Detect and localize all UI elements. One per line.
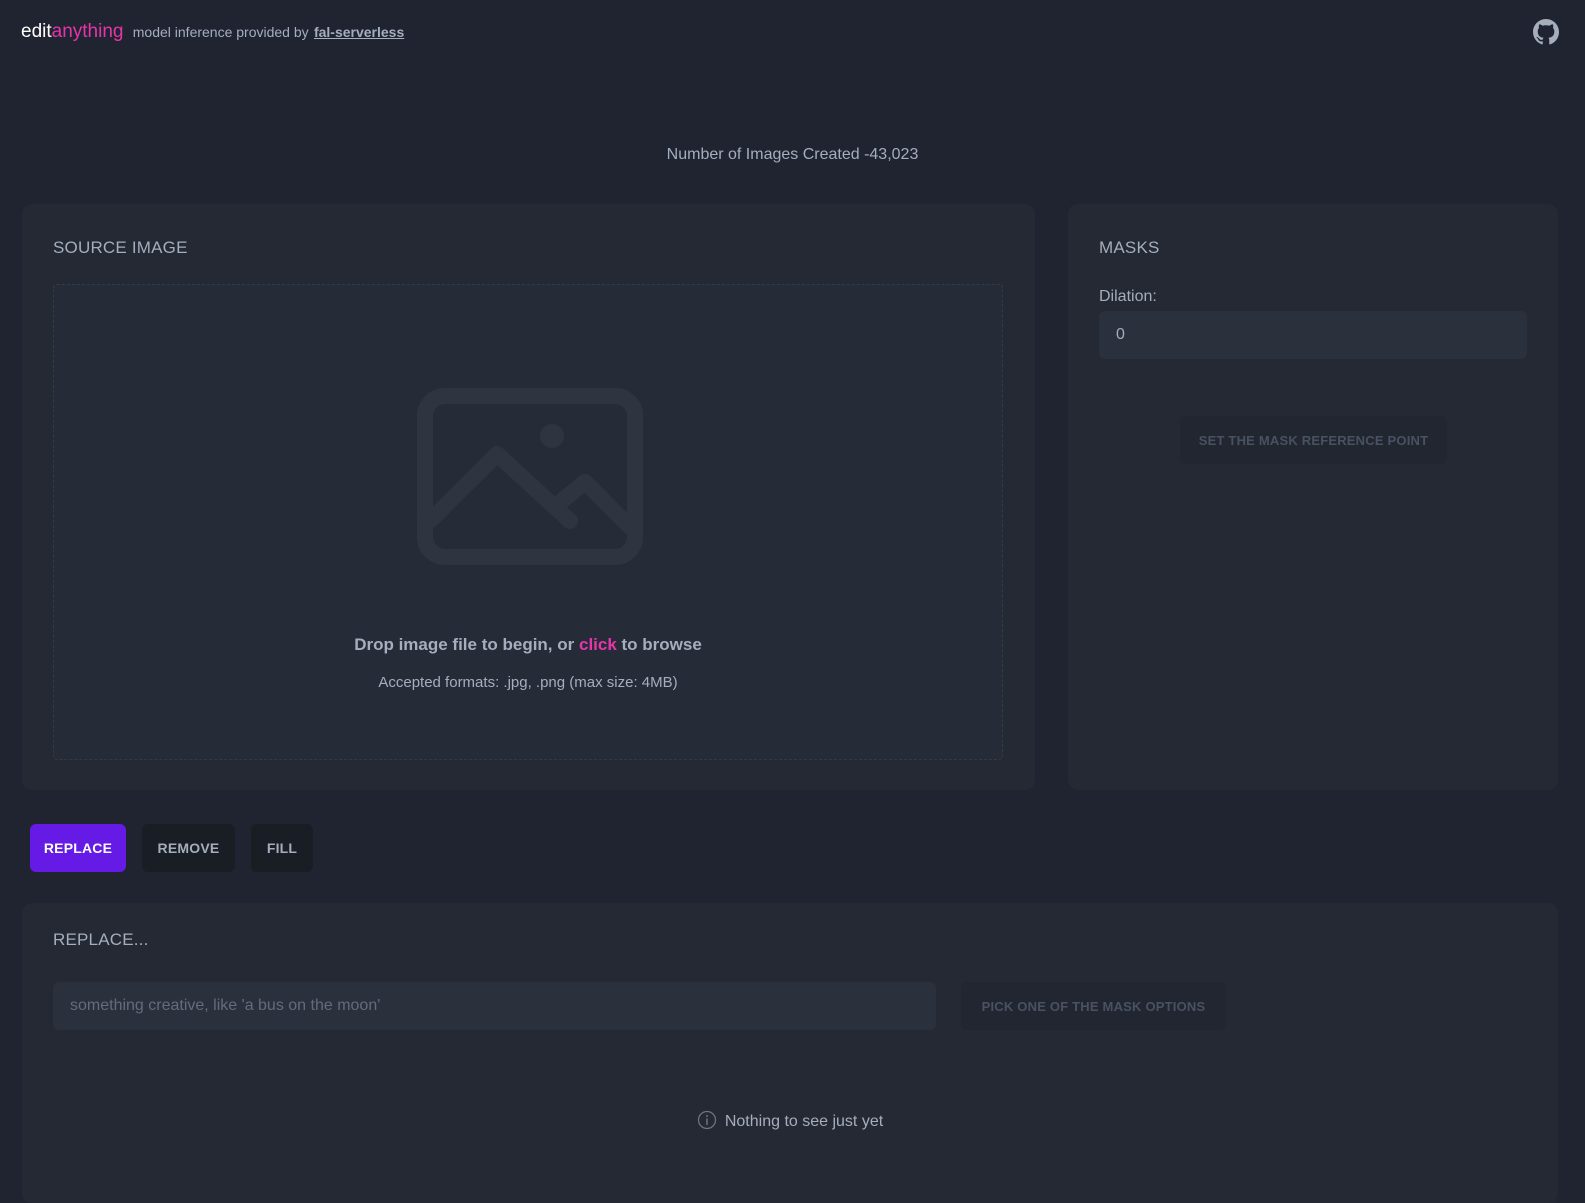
- set-mask-reference-button[interactable]: SET THE MASK REFERENCE POINT: [1180, 416, 1447, 464]
- images-created-counter: Number of Images Created -43,023: [666, 146, 919, 163]
- replace-title: REPLACE...: [53, 930, 149, 949]
- drop-prefix: Drop image file to begin, or: [354, 635, 579, 654]
- app-header: editanything model inference provided by…: [0, 0, 1585, 64]
- drop-instructions: Drop image file to begin, or click to br…: [54, 635, 1002, 655]
- empty-state-text: Nothing to see just yet: [724, 1113, 884, 1130]
- replace-card: REPLACE... PICK ONE OF THE MASK OPTIONS …: [22, 903, 1558, 1203]
- source-image-card: SOURCE IMAGE Drop image file to begin, o…: [22, 204, 1035, 790]
- replace-mode-button[interactable]: REPLACE: [30, 824, 126, 872]
- brand-edit: edit: [21, 21, 52, 42]
- tagline: model inference provided by: [132, 24, 309, 40]
- empty-state: Nothing to see just yet: [22, 1110, 1558, 1131]
- image-dropzone[interactable]: Drop image file to begin, or click to br…: [53, 284, 1003, 760]
- accepted-formats: Accepted formats: .jpg, .png (max size: …: [378, 674, 678, 691]
- remove-mode-button[interactable]: REMOVE: [142, 824, 235, 872]
- dilation-input[interactable]: [1099, 311, 1527, 359]
- pick-mask-option-button[interactable]: PICK ONE OF THE MASK OPTIONS: [961, 982, 1226, 1030]
- provider-link[interactable]: fal-serverless: [314, 24, 404, 40]
- drop-suffix: to browse: [616, 635, 702, 654]
- image-placeholder-icon: [417, 388, 643, 565]
- github-icon[interactable]: [1533, 19, 1559, 45]
- fill-mode-button[interactable]: FILL: [251, 824, 313, 872]
- source-image-title: SOURCE IMAGE: [53, 238, 188, 257]
- browse-link[interactable]: click: [579, 635, 617, 654]
- masks-title: MASKS: [1099, 238, 1160, 257]
- dilation-label: Dilation:: [1099, 288, 1157, 305]
- brand-anything: anything: [51, 21, 124, 42]
- info-icon: [697, 1110, 716, 1130]
- brand: editanything model inference provided by…: [21, 20, 404, 44]
- replace-prompt-input[interactable]: [53, 982, 936, 1030]
- masks-card: MASKS Dilation: SET THE MASK REFERENCE P…: [1068, 204, 1558, 790]
